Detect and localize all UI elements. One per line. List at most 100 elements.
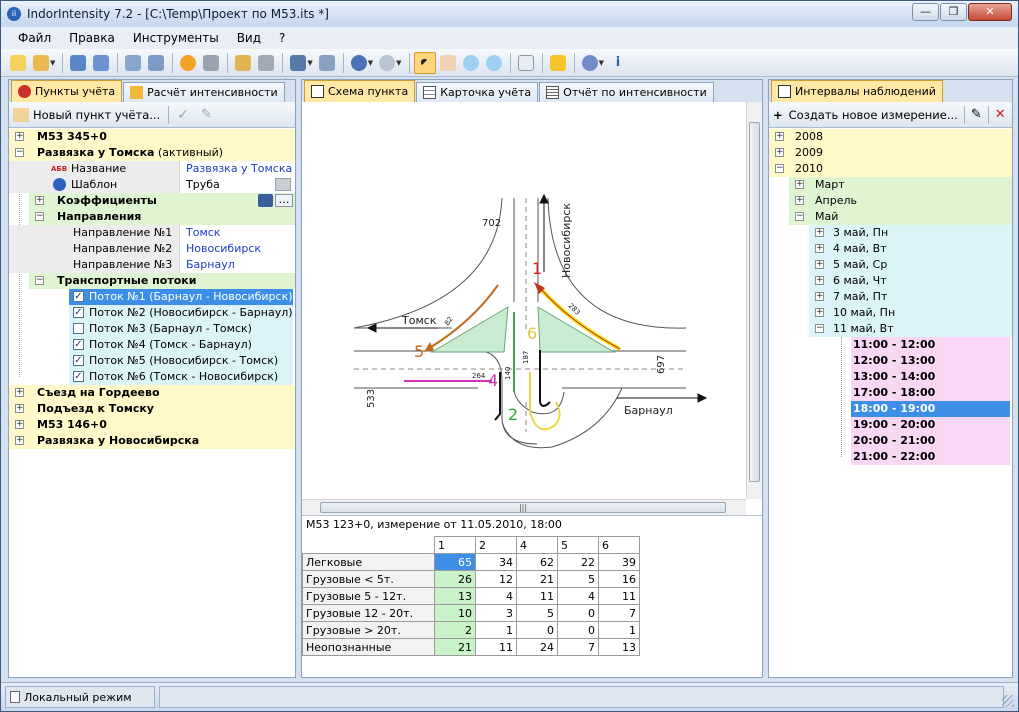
tab-points[interactable]: Пункты учёта	[11, 80, 123, 102]
maximize-button[interactable]: ❐	[940, 3, 967, 21]
tree-day[interactable]: −11 май, Вт	[809, 321, 1012, 337]
table-cell[interactable]: 10	[434, 604, 476, 622]
pan-tool-button[interactable]	[437, 52, 459, 74]
apply-icon[interactable]: ✓	[177, 107, 189, 123]
import-button[interactable]	[122, 52, 144, 74]
property-template[interactable]: Шаблон Труба	[9, 177, 295, 193]
redo-button[interactable]	[376, 52, 398, 74]
scheme-horizontal-scrollbar[interactable]: |||	[302, 499, 746, 515]
flow-item-1[interactable]: ✓ Поток №1 (Барнаул - Новосибирск)	[69, 289, 293, 305]
table-cell[interactable]: 1	[475, 621, 517, 639]
column-header[interactable]: 2	[475, 536, 517, 554]
direction-2[interactable]: Направление №2 Новосибирск	[9, 241, 295, 257]
table-cell[interactable]: 2	[434, 621, 476, 639]
interval-item[interactable]: 20:00 - 21:00	[851, 433, 1010, 449]
table-cell[interactable]: 26	[434, 570, 476, 588]
tree-item-coefficients[interactable]: + Коэффициенты …	[29, 193, 295, 209]
junction-scheme[interactable]: 702 533 697 82 283 187 140 264 Томск Бар…	[302, 102, 762, 516]
open-project-button[interactable]	[30, 52, 52, 74]
menu-file[interactable]: Файл	[9, 31, 60, 45]
tree-day[interactable]: +7 май, Пт	[809, 289, 1012, 305]
template-select-button[interactable]	[275, 178, 291, 191]
table-cell[interactable]: 11	[475, 638, 517, 656]
flow-item-4[interactable]: ✓ Поток №4 (Томск - Барнаул)	[69, 337, 293, 353]
tree-day[interactable]: +5 май, Ср	[809, 257, 1012, 273]
tab-card[interactable]: Карточка учёта	[416, 82, 539, 102]
table-cell[interactable]: 0	[557, 621, 599, 639]
tree-year-2009[interactable]: +2009	[769, 145, 1012, 161]
interval-item[interactable]: 19:00 - 20:00	[851, 417, 1010, 433]
table-cell[interactable]: 62	[516, 553, 558, 571]
property-value[interactable]: Развязка у Томска	[179, 161, 295, 177]
table-cell[interactable]: 4	[557, 587, 599, 605]
tree-year-2008[interactable]: +2008	[769, 129, 1012, 145]
table-cell[interactable]: 21	[516, 570, 558, 588]
preview-button[interactable]	[515, 52, 537, 74]
flow-6-checkbox[interactable]: ✓	[73, 371, 84, 382]
report-button[interactable]	[232, 52, 254, 74]
flow-4-checkbox[interactable]: ✓	[73, 339, 84, 350]
print-report-button[interactable]	[255, 52, 277, 74]
tree-day[interactable]: +4 май, Вт	[809, 241, 1012, 257]
flow-item-6[interactable]: ✓ Поток №6 (Томск - Новосибирск)	[69, 369, 293, 385]
interval-item-selected[interactable]: 18:00 - 19:00	[851, 401, 1010, 417]
tree-item-novosibirsk-junction[interactable]: + Развязка у Новосибирска	[9, 433, 295, 449]
column-header[interactable]: 6	[598, 536, 640, 554]
menu-help[interactable]: ?	[270, 31, 294, 45]
table-cell[interactable]: 39	[598, 553, 640, 571]
select-tool-button[interactable]	[413, 51, 436, 74]
tab-calc-intensity[interactable]: Расчёт интенсивности	[123, 82, 285, 102]
create-measurement-button[interactable]: Создать новое измерение...	[789, 108, 958, 122]
print-button[interactable]	[200, 52, 222, 74]
column-header[interactable]: 1	[434, 536, 476, 554]
table-cell[interactable]: 5	[516, 604, 558, 622]
tree-item-m53-146[interactable]: + М53 146+0	[9, 417, 295, 433]
table-cell[interactable]: 12	[475, 570, 517, 588]
property-value[interactable]: Томск	[179, 225, 295, 241]
tree-day[interactable]: +6 май, Чт	[809, 273, 1012, 289]
property-value[interactable]: Барнаул	[179, 257, 295, 273]
table-cell[interactable]: 1	[598, 621, 640, 639]
tree-month-april[interactable]: + Апрель	[789, 193, 1012, 209]
flow-2-checkbox[interactable]: ✓	[73, 307, 84, 318]
table-cell[interactable]: 13	[434, 587, 476, 605]
zoom-out-button[interactable]	[483, 52, 505, 74]
tree-item-m53-345[interactable]: + М53 345+0	[9, 129, 295, 145]
interval-item[interactable]: 17:00 - 18:00	[851, 385, 1010, 401]
table-cell[interactable]: 7	[598, 604, 640, 622]
tree-item-flows[interactable]: − Транспортные потоки	[29, 273, 295, 289]
property-value[interactable]: Новосибирск	[179, 241, 295, 257]
table-cell[interactable]: 3	[475, 604, 517, 622]
menu-tools[interactable]: Инструменты	[124, 31, 228, 45]
tree-item-directions[interactable]: − Направления	[29, 209, 295, 225]
table-cell[interactable]: 65	[434, 553, 476, 571]
table-cell[interactable]: 21	[434, 638, 476, 656]
table-cell[interactable]: 4	[475, 587, 517, 605]
interval-item[interactable]: 21:00 - 22:00	[851, 449, 1010, 465]
tree-month-march[interactable]: + Март	[789, 177, 1012, 193]
table-cell[interactable]: 16	[598, 570, 640, 588]
measure-button[interactable]	[177, 52, 199, 74]
flow-item-3[interactable]: Поток №3 (Барнаул - Томск)	[69, 321, 293, 337]
zoom-in-button[interactable]	[460, 52, 482, 74]
close-button[interactable]: ✕	[968, 3, 1012, 21]
property-name[interactable]: АБВ Название Развязка у Томска	[9, 161, 295, 177]
table-cell[interactable]: 22	[557, 553, 599, 571]
table-cell[interactable]: 24	[516, 638, 558, 656]
table-cell[interactable]: 34	[475, 553, 517, 571]
tree-month-may[interactable]: − Май	[789, 209, 1012, 225]
flow-3-checkbox[interactable]	[73, 323, 84, 334]
new-point-button[interactable]: Новый пункт учёта...	[33, 108, 160, 122]
column-header[interactable]: 5	[557, 536, 599, 554]
new-project-button[interactable]	[7, 52, 29, 74]
disconnect-button[interactable]	[90, 52, 112, 74]
delete-point-icon[interactable]: ✎	[201, 107, 212, 122]
undo-button[interactable]	[348, 52, 370, 74]
menu-edit[interactable]: Правка	[60, 31, 124, 45]
interval-item[interactable]: 12:00 - 13:00	[851, 353, 1010, 369]
flow-item-2[interactable]: ✓ Поток №2 (Новосибирск - Барнаул)	[69, 305, 293, 321]
copy-button[interactable]	[316, 52, 338, 74]
settings-button[interactable]	[579, 52, 601, 74]
table-cell[interactable]: 0	[516, 621, 558, 639]
tab-intervals[interactable]: Интервалы наблюдений	[771, 80, 943, 102]
